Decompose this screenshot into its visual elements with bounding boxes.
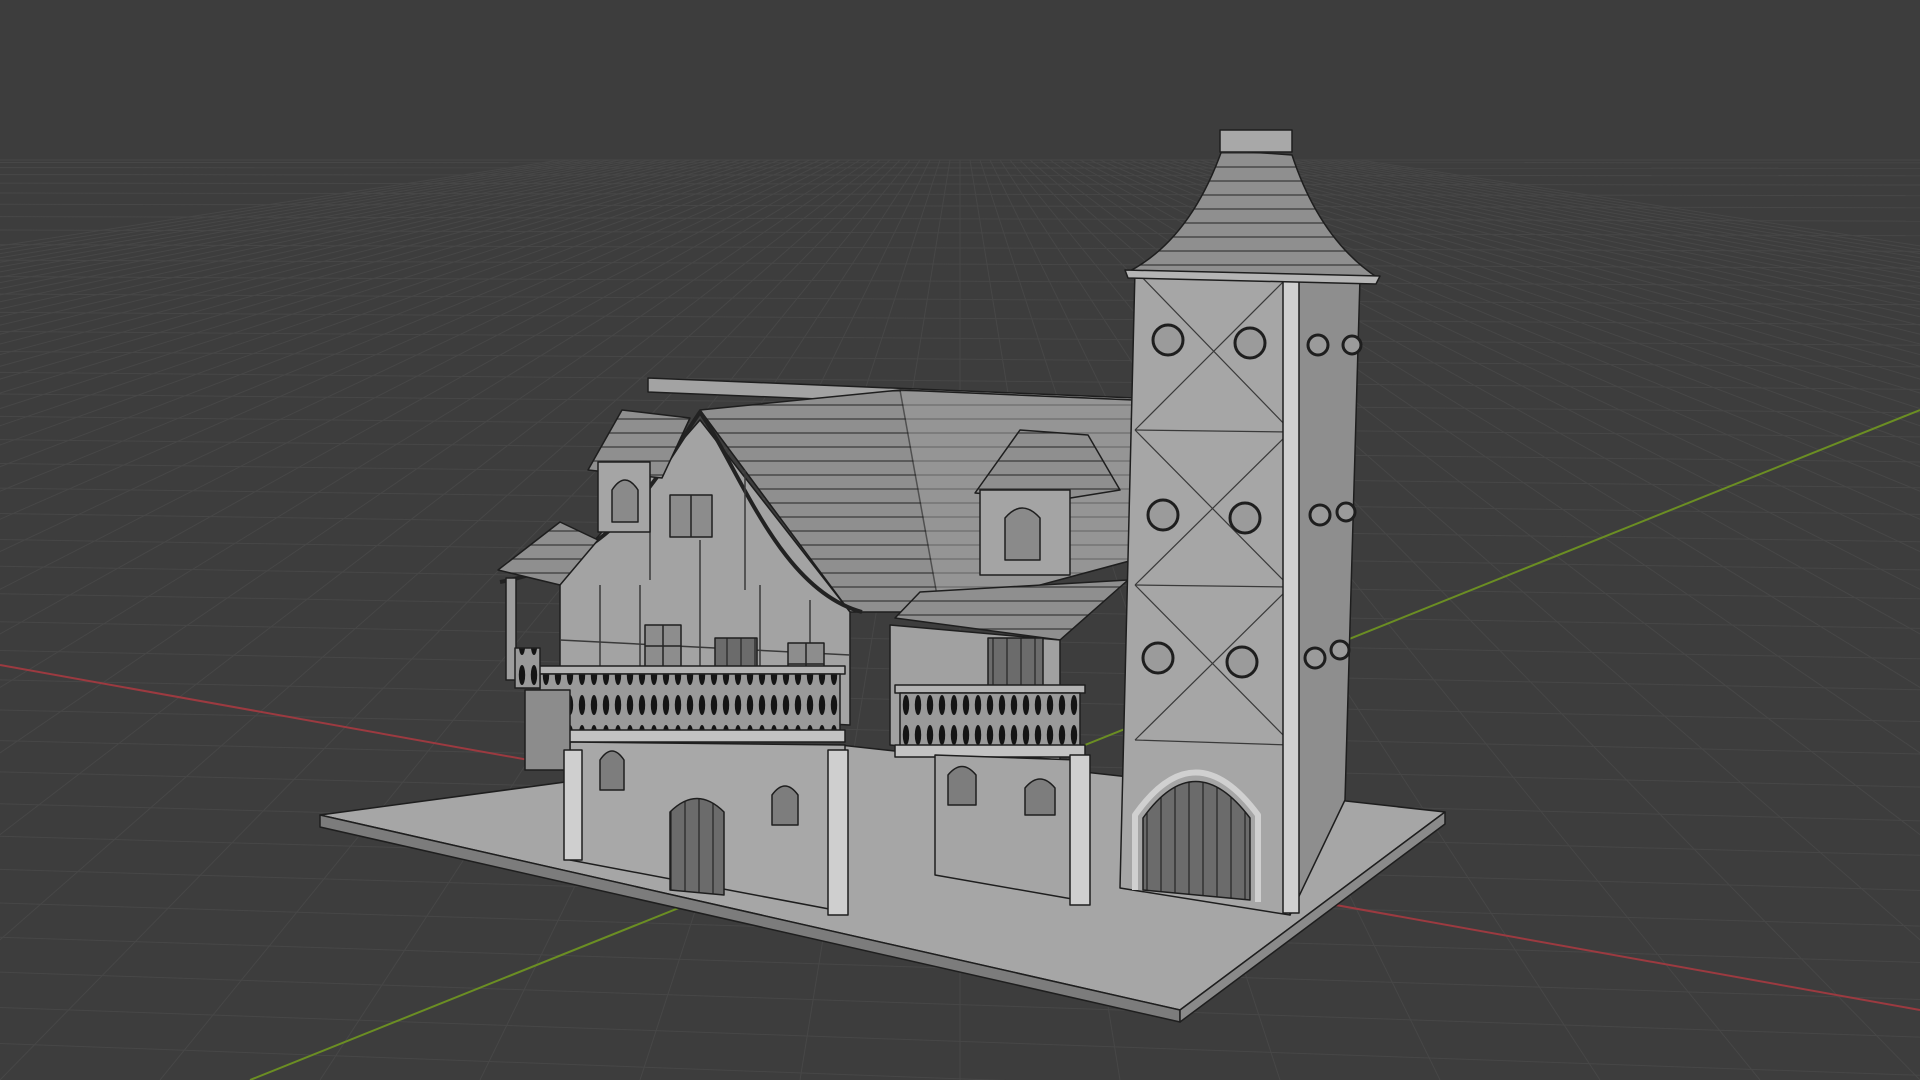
corner-stones-left-2 (563, 749, 583, 861)
3d-viewport[interactable] (0, 0, 1920, 1080)
lower-window-2 (771, 785, 799, 826)
lower-window-4 (1024, 778, 1056, 816)
lower-door-left[interactable] (669, 797, 725, 896)
balcony-right-balusters[interactable] (899, 692, 1081, 749)
balcony-left-balusters[interactable] (539, 673, 841, 733)
viewport-canvas[interactable] (0, 0, 1920, 1080)
tower-roof-cap (1219, 129, 1293, 153)
tower-quoins (1282, 277, 1300, 914)
tower-arched-door[interactable] (1142, 780, 1251, 901)
lower-window-3 (947, 765, 977, 806)
balcony-left-rail-top (534, 665, 846, 675)
corner-stones-middle (1069, 754, 1091, 906)
lower-window-1 (599, 750, 625, 791)
dormer-left-window (611, 479, 639, 523)
balcony-left-floor (534, 729, 846, 743)
corner-stones-left (827, 749, 849, 916)
balcony-right-floor (894, 744, 1086, 758)
dormer-right-window (1004, 507, 1041, 561)
balcony-right-rail-top (894, 684, 1086, 694)
balcony-left-side (514, 647, 541, 689)
